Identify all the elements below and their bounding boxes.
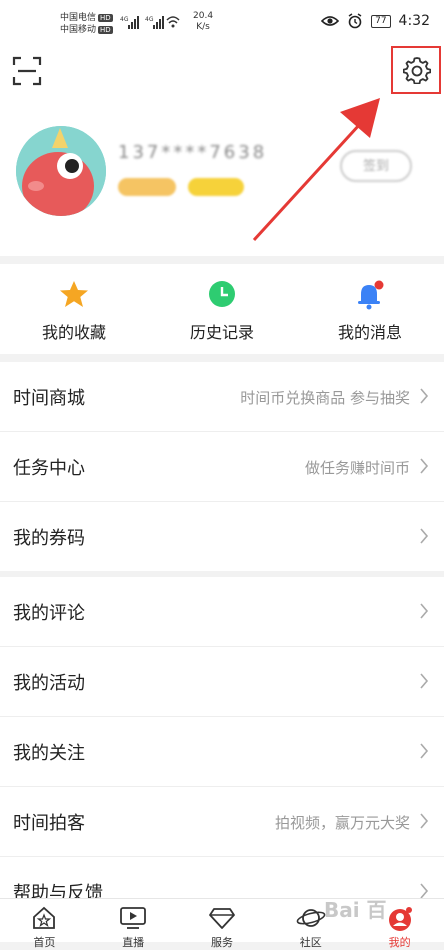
diamond-icon — [209, 908, 235, 929]
chevron-right-icon — [420, 388, 429, 404]
profile-header: 137****7638 签到 — [0, 42, 444, 256]
star-icon — [60, 281, 88, 307]
avatar[interactable] — [16, 126, 106, 216]
carrier-2: 中国移动 — [60, 25, 97, 35]
menu-item-my-activities[interactable]: 我的活动 — [0, 647, 444, 717]
menu-item-desc: 时间币兑换商品 参与抽奖 — [240, 389, 410, 407]
clock-icon — [209, 281, 235, 307]
status-right: 77 4:32 — [321, 13, 430, 29]
tab-service[interactable]: 服务 — [178, 899, 267, 949]
alarm-icon — [348, 13, 362, 29]
carrier-info: 中国电信 HD 中国移动 HD — [60, 12, 113, 36]
status-bar: 中国电信 HD 中国移动 HD 4G 4G 20.4 K/s 77 4:32 — [0, 0, 444, 42]
net-speed: 20.4 K/s — [193, 11, 213, 33]
messages-button[interactable]: 我的消息 — [296, 264, 444, 354]
tab-live[interactable]: 直播 — [89, 899, 178, 949]
tab-home[interactable]: 首页 — [0, 899, 89, 949]
menu-item-desc: 拍视频，赢万元大奖 — [274, 814, 410, 832]
scan-icon[interactable] — [12, 56, 42, 86]
tab-label: 服务 — [210, 936, 233, 949]
menu-item-desc: 做任务赚时间币 — [304, 459, 410, 477]
chevron-right-icon — [420, 458, 429, 474]
menu-group-2: 我的评论 我的活动 我的关注 时间拍客 拍视频，赢万元大奖 帮助与反馈 — [0, 577, 444, 926]
messages-label: 我的消息 — [337, 323, 402, 342]
bell-icon — [358, 280, 384, 310]
home-icon — [33, 906, 56, 929]
level-badge — [118, 178, 176, 196]
chevron-right-icon — [420, 603, 429, 619]
tv-icon — [120, 907, 147, 929]
clock-time: 4:32 — [398, 13, 430, 29]
chevron-right-icon — [420, 813, 429, 829]
favorites-button[interactable]: 我的收藏 — [0, 264, 148, 354]
net-speed-value: 20.4 — [193, 11, 214, 21]
quick-actions: 我的收藏 历史记录 我的消息 — [0, 264, 444, 354]
settings-highlight-box — [391, 46, 441, 94]
hd-badge-1: HD — [98, 13, 113, 22]
tab-label: 我的 — [388, 936, 411, 949]
sign-in-button[interactable]: 签到 — [340, 150, 412, 182]
nickname: 137****7638 — [118, 142, 268, 163]
tab-label: 直播 — [122, 936, 145, 949]
svg-text:4G: 4G — [120, 16, 129, 23]
menu-item-my-comments[interactable]: 我的评论 — [0, 577, 444, 647]
menu-item-label: 我的关注 — [13, 743, 85, 764]
net-speed-unit: K/s — [196, 22, 210, 32]
eye-icon — [321, 16, 340, 26]
menu-item-label: 时间商城 — [13, 388, 85, 409]
menu-group-1: 时间商城 时间币兑换商品 参与抽奖 任务中心 做任务赚时间币 我的券码 — [0, 362, 444, 571]
chevron-right-icon — [420, 883, 429, 899]
profile-icon — [388, 907, 412, 931]
menu-item-task-center[interactable]: 任务中心 做任务赚时间币 — [0, 432, 444, 502]
chevron-right-icon — [420, 673, 429, 689]
menu-item-label: 我的券码 — [13, 528, 85, 549]
avatar-image — [16, 126, 106, 216]
menu-item-label: 我的评论 — [13, 603, 85, 624]
hd-badge-2: HD — [98, 25, 113, 34]
menu-item-label: 我的活动 — [13, 673, 85, 694]
menu-item-my-follows[interactable]: 我的关注 — [0, 717, 444, 787]
vip-badge — [188, 178, 244, 196]
chevron-right-icon — [420, 528, 429, 544]
svg-text:4G: 4G — [145, 16, 154, 23]
gear-icon[interactable] — [403, 56, 431, 84]
chevron-right-icon — [420, 743, 429, 759]
signal-icon: 4G 4G — [120, 16, 180, 29]
carrier-1: 中国电信 — [60, 13, 97, 23]
menu-item-label: 时间拍客 — [13, 813, 85, 834]
history-button[interactable]: 历史记录 — [148, 264, 296, 354]
tab-label: 社区 — [299, 936, 322, 949]
menu-item-my-coupons[interactable]: 我的券码 — [0, 502, 444, 571]
history-label: 历史记录 — [189, 323, 254, 342]
menu-item-label: 任务中心 — [13, 458, 85, 479]
planet-icon — [296, 909, 326, 927]
menu-item-time-mall[interactable]: 时间商城 时间币兑换商品 参与抽奖 — [0, 362, 444, 432]
tab-label: 首页 — [33, 936, 56, 949]
watermark: Bai 百 — [324, 898, 387, 922]
favorites-label: 我的收藏 — [41, 323, 106, 342]
menu-item-time-paike[interactable]: 时间拍客 拍视频，赢万元大奖 — [0, 787, 444, 857]
battery-indicator: 77 — [371, 14, 391, 28]
